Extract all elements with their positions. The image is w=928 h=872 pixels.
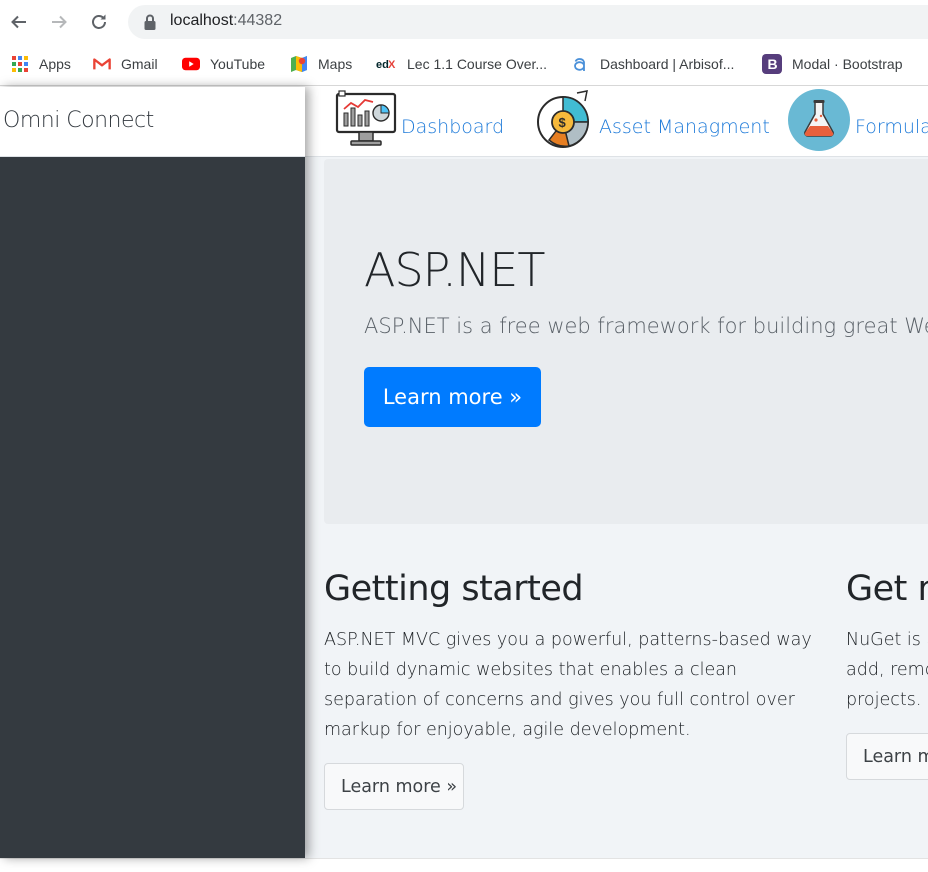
top-navbar: Dashboard $ Asset Managment Formula — [305, 87, 928, 157]
nav-label-asset-managment: Asset Managment — [599, 116, 770, 138]
learn-more-getting-started-button[interactable]: Learn more » — [324, 763, 464, 810]
nav-label-dashboard: Dashboard — [401, 116, 505, 138]
column-text-line: NuGet is a — [846, 630, 928, 650]
bookmark-label: Gmail — [121, 56, 158, 72]
arbisoft-icon — [571, 55, 589, 73]
jumbotron-title: ASP.NET — [364, 243, 545, 297]
edx-icon: ed X — [376, 55, 398, 73]
bookmark-maps[interactable]: Maps — [290, 53, 352, 75]
lock-icon — [144, 14, 156, 30]
bookmark-label: Lec 1.1 Course Over... — [407, 56, 548, 72]
column-title: Get m — [846, 569, 928, 609]
maps-icon — [290, 55, 308, 73]
bookmark-bootstrap[interactable]: B Modal · Bootstrap — [762, 53, 903, 75]
column-get-more-libraries: Get m NuGet is a add, remo projects. — [846, 569, 928, 715]
bookmark-label: Maps — [318, 56, 353, 72]
sidebar: Omni Connect — [0, 87, 305, 858]
url-port: :44382 — [233, 12, 283, 29]
jumbotron: ASP.NET ASP.NET is a free web framework … — [324, 159, 928, 524]
column-getting-started: Getting started ASP.NET MVC gives you a … — [324, 569, 814, 745]
jumbotron-lead: ASP.NET is a free web framework for buil… — [364, 314, 928, 338]
bookmark-label: Modal · Bootstrap — [792, 56, 903, 72]
column-text-line: projects. — [846, 690, 922, 710]
youtube-icon — [182, 55, 200, 73]
bookmark-arbisoft[interactable]: Dashboard | Arbisof... — [571, 53, 734, 75]
bookmark-youtube[interactable]: YouTube — [182, 53, 265, 75]
bookmarks-bar: Apps Gmail YouTube Maps ed X Lec 1.1 Cou… — [0, 44, 928, 86]
bootstrap-icon: B — [762, 54, 782, 74]
dashboard-monitor-icon — [335, 89, 397, 156]
url-host: localhost — [170, 12, 234, 29]
column-text: NuGet is a add, remo projects. — [846, 625, 928, 715]
page-bottom-edge — [0, 858, 928, 872]
svg-text:ed: ed — [376, 59, 389, 71]
nav-item-asset-managment[interactable]: $ Asset Managment — [533, 87, 770, 157]
svg-text:B: B — [768, 56, 778, 72]
reload-icon — [92, 14, 106, 29]
column-text: ASP.NET MVC gives you a powerful, patter… — [324, 630, 812, 740]
url-text[interactable]: localhost:44382 — [170, 12, 282, 30]
forward-arrow-icon — [52, 15, 67, 29]
main-content: ASP.NET ASP.NET is a free web framework … — [305, 157, 928, 858]
nav-item-formula[interactable]: Formula — [787, 87, 928, 157]
bookmark-label: Apps — [39, 56, 71, 72]
back-button[interactable] — [6, 9, 32, 35]
formula-flask-icon — [787, 88, 851, 157]
gmail-icon — [93, 55, 111, 73]
bookmark-apps[interactable]: Apps — [11, 53, 71, 75]
bookmark-label: Dashboard | Arbisof... — [600, 56, 735, 72]
reload-button[interactable] — [86, 9, 112, 35]
column-text-line: add, remo — [846, 660, 928, 680]
nav-item-dashboard[interactable]: Dashboard — [335, 87, 504, 157]
svg-text:$: $ — [559, 115, 567, 130]
asset-pie-chart-icon: $ — [533, 89, 595, 156]
learn-more-nuget-button[interactable]: Learn m — [846, 733, 928, 780]
svg-text:X: X — [388, 59, 396, 71]
column-title: Getting started — [324, 569, 584, 609]
brand-title[interactable]: Omni Connect — [3, 108, 154, 133]
browser-toolbar: localhost:44382 — [0, 0, 928, 44]
nav-label-formula: Formula — [855, 116, 928, 138]
back-arrow-icon — [11, 15, 26, 29]
sidebar-header: Omni Connect — [0, 87, 305, 157]
bookmark-edx[interactable]: ed X Lec 1.1 Course Over... — [376, 53, 547, 75]
forward-button[interactable] — [46, 9, 72, 35]
bookmark-label: YouTube — [210, 56, 266, 72]
apps-grid-icon — [11, 55, 29, 73]
learn-more-primary-button[interactable]: Learn more » — [364, 367, 541, 427]
bookmark-gmail[interactable]: Gmail — [93, 53, 158, 75]
